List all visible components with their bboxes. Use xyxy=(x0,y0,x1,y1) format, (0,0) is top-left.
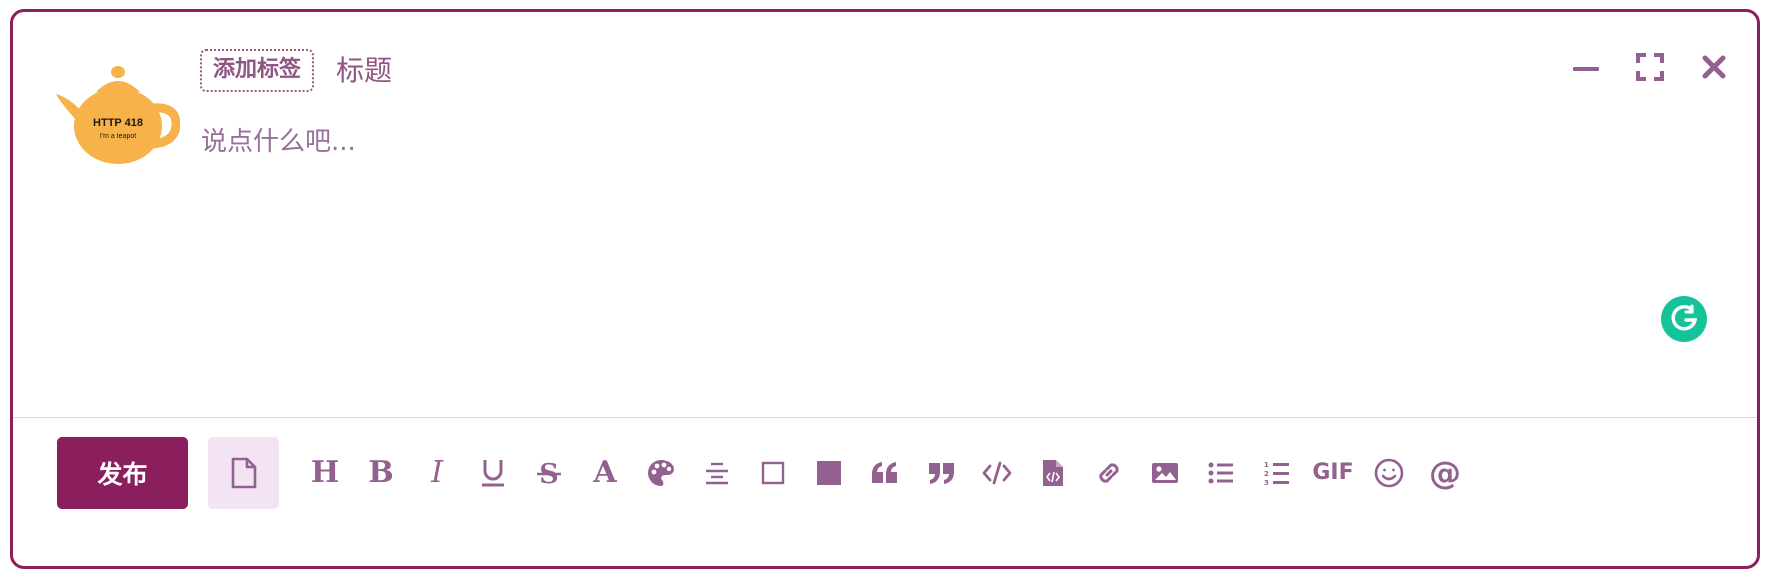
image-icon[interactable] xyxy=(1137,448,1193,498)
toolbar-divider xyxy=(13,417,1757,418)
filled-square-icon[interactable] xyxy=(801,448,857,498)
composer-header: 添加标签 标题 xyxy=(200,49,392,92)
minimize-icon[interactable] xyxy=(1571,52,1601,82)
checkbox-icon[interactable] xyxy=(745,448,801,498)
close-icon[interactable] xyxy=(1699,52,1729,82)
bold-icon[interactable]: B xyxy=(353,448,409,498)
gif-icon[interactable]: GIF xyxy=(1305,448,1361,498)
format-tools: H B I S A 1 2 3 GIF @ xyxy=(297,448,1473,498)
post-composer: HTTP 418 I'm a teapot 添加标签 标题 说点什么吧... 发… xyxy=(10,9,1760,569)
bullet-list-icon[interactable] xyxy=(1193,448,1249,498)
palette-icon[interactable] xyxy=(633,448,689,498)
add-tag-button[interactable]: 添加标签 xyxy=(200,49,315,92)
grammarly-icon[interactable] xyxy=(1661,296,1707,342)
svg-text:3: 3 xyxy=(1264,479,1269,486)
svg-text:1: 1 xyxy=(1264,461,1269,469)
quote-open-icon[interactable] xyxy=(857,448,913,498)
quote-close-icon[interactable] xyxy=(913,448,969,498)
publish-button[interactable]: 发布 xyxy=(57,437,188,509)
body-input[interactable]: 说点什么吧... xyxy=(201,126,356,158)
window-controls xyxy=(1571,52,1729,82)
code-file-icon[interactable] xyxy=(1025,448,1081,498)
title-input[interactable]: 标题 xyxy=(336,54,392,87)
heading-icon[interactable]: H xyxy=(297,448,353,498)
emoji-icon[interactable] xyxy=(1361,448,1417,498)
font-color-icon[interactable]: A xyxy=(577,448,633,498)
mention-icon[interactable]: @ xyxy=(1417,448,1473,498)
italic-icon[interactable]: I xyxy=(409,448,465,498)
strikethrough-icon[interactable]: S xyxy=(521,448,577,498)
align-center-icon[interactable] xyxy=(689,448,745,498)
svg-text:2: 2 xyxy=(1264,470,1269,478)
code-icon[interactable] xyxy=(969,448,1025,498)
avatar-text-line1: HTTP 418 xyxy=(93,117,143,129)
fullscreen-icon[interactable] xyxy=(1635,52,1665,82)
link-icon[interactable] xyxy=(1081,448,1137,498)
numbered-list-icon[interactable]: 1 2 3 xyxy=(1249,448,1305,498)
avatar-text-line2: I'm a teapot xyxy=(100,133,136,140)
underline-icon[interactable] xyxy=(465,448,521,498)
editor-toolbar: 发布 H B I S A 1 2 3 GIF @ xyxy=(57,437,1473,509)
document-icon xyxy=(231,457,256,489)
avatar: HTTP 418 I'm a teapot xyxy=(56,58,181,168)
draft-button[interactable] xyxy=(208,437,279,509)
